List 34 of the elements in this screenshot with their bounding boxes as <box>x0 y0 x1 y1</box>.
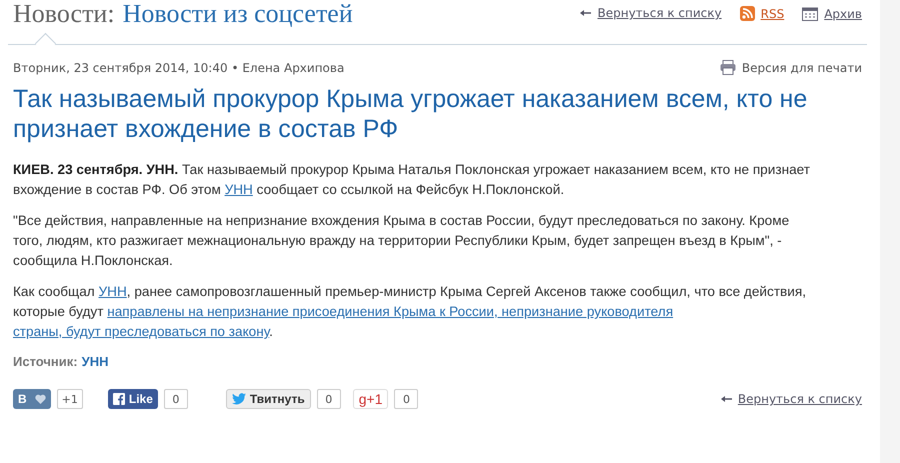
nav-link[interactable]: Вернуться к списку <box>597 6 722 20</box>
nav-link[interactable]: Архив <box>824 6 862 20</box>
plus-one-button[interactable]: g+1 <box>352 389 388 409</box>
arrow-left-icon <box>579 9 592 17</box>
rss-icon <box>740 6 755 21</box>
link[interactable]: УНН <box>224 182 253 197</box>
facebook-icon <box>112 393 125 405</box>
paragraph: КИЕВ. 23 сентября. УНН. Так называемый прокурор Крыма Наталья Поклонская угрожает наказанием всем, кто не признает вхождение в состав РФ. Об этом УНН сообщает со ссылкой на Фейсбук Н.Поклонской. <box>13 161 811 199</box>
section-link[interactable]: Новости из соцсетей <box>122 0 353 28</box>
share-count: +1 <box>56 389 83 409</box>
link[interactable]: УНН <box>98 284 127 299</box>
vk-button[interactable]: В <box>13 389 51 409</box>
like-button[interactable]: Like <box>108 389 158 409</box>
bird-icon <box>232 393 246 405</box>
paragraph: Как сообщал УНН, ранее самопровозглашенный премьер-министр Крыма Сергей Аксенов также сообщил, что все действия, которые будут направлены на непризнание присоединения Крыма к России, непризнание руководителя страны, будут преследоваться по закону. <box>13 283 807 341</box>
printer-icon <box>720 60 736 75</box>
arrow-left-icon <box>720 395 732 403</box>
back-link[interactable]: Вернуться к списку <box>738 392 862 406</box>
paragraph: "Все действия, направленные на непризнание вхождения Крыма в состав России, будут преследоваться по закону. Кроме того, людям, кто разжигает межнациональную вражду на территории Республики Крым, будет запрещен въезд в Крым", - сообщила Н.Поклонская. <box>13 212 790 270</box>
section-label: Новости: <box>13 0 115 28</box>
print-link[interactable]: Версия для печати <box>742 60 862 74</box>
calendar-icon <box>802 6 818 21</box>
article-headline: Так называемый прокурор Крыма угрожает наказанием всем, кто не признает вхождение в состав РФ <box>13 84 808 144</box>
tweet-button[interactable]: Твитнуть <box>226 389 311 409</box>
share-count: 0 <box>316 389 341 409</box>
share-count: 0 <box>164 389 188 409</box>
heart-icon <box>34 394 46 404</box>
share-count: 0 <box>394 389 418 409</box>
byline: Вторник, 23 сентября 2014, 10:40 • Елена Архипова <box>13 60 344 74</box>
nav-link[interactable]: RSS <box>760 6 784 20</box>
source-label: Источник: <box>13 354 78 369</box>
link[interactable]: страны, будут преследоваться по закону <box>13 324 270 339</box>
link[interactable]: направлены на непризнание присоединения Крыма к России, непризнание руководителя <box>107 304 674 319</box>
source-link[interactable]: УНН <box>82 354 108 369</box>
